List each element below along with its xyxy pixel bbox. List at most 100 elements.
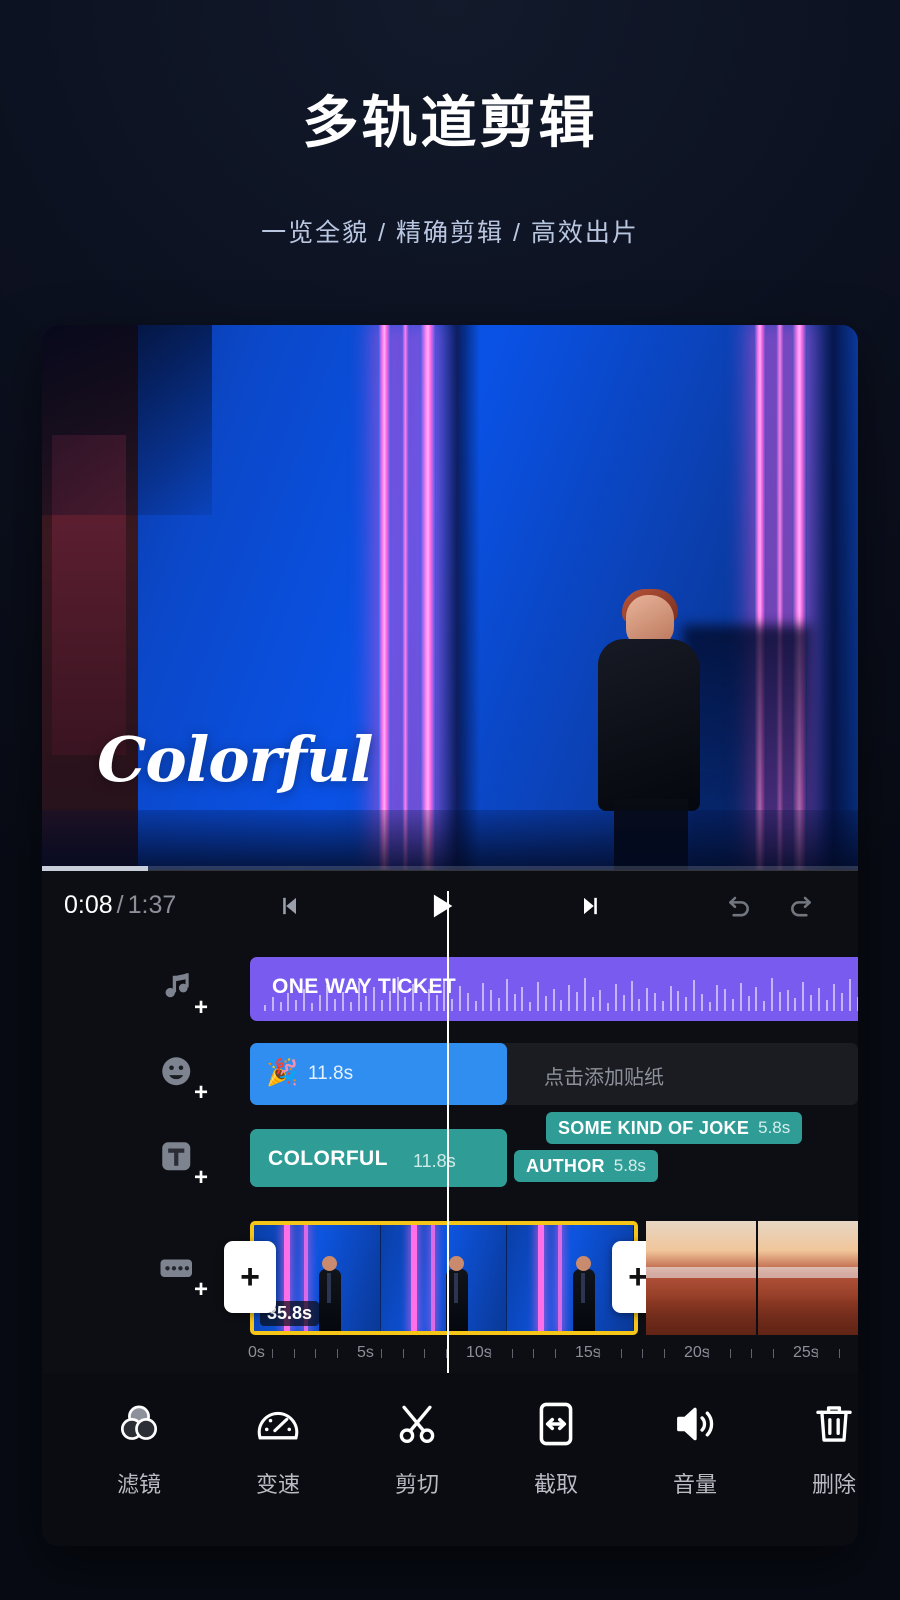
tool-volume[interactable]: 音量: [640, 1399, 750, 1499]
video-preview[interactable]: Colorful: [42, 325, 858, 870]
playhead-top: [447, 891, 449, 939]
ruler-tick: [555, 1349, 557, 1358]
time-separator: /: [116, 891, 124, 919]
text-chip-author[interactable]: AUTHOR 5.8s: [514, 1150, 658, 1182]
video-clip-selected[interactable]: 35.8s: [250, 1221, 638, 1335]
crop-icon: [531, 1399, 581, 1449]
tool-delete-label: 删除: [811, 1472, 856, 1497]
tool-cut[interactable]: 剪切: [362, 1399, 472, 1499]
text-chip-joke-label: SOME KIND OF JOKE: [558, 1117, 750, 1138]
total-time: 1:37: [127, 891, 177, 919]
text-clip-main[interactable]: COLORFUL 11.8s: [250, 1129, 507, 1187]
app-root: 多轨道剪辑 一览全貌 / 精确剪辑 / 高效出片 Colorful 0:08 /…: [0, 0, 900, 1600]
ruler-tick: [337, 1349, 339, 1358]
tool-crop-label: 截取: [533, 1472, 578, 1497]
time-readout: 0:08/1:37: [64, 891, 176, 920]
preview-column-dark-2: [808, 325, 858, 870]
ruler-tick: [729, 1349, 731, 1358]
preview-neon-3: [420, 325, 436, 870]
ruler-tick: [293, 1349, 295, 1358]
redo-button[interactable]: [780, 885, 822, 927]
add-video-button[interactable]: +: [157, 1249, 208, 1302]
tool-filter-label: 滤镜: [116, 1472, 161, 1497]
preview-column-dark-1: [434, 325, 480, 870]
ruler-tick: [707, 1349, 709, 1358]
skip-next-icon: [584, 897, 597, 915]
plus-icon: +: [193, 1079, 208, 1106]
text-chip-joke-duration: 5.8s: [758, 1118, 791, 1137]
trim-handle-left[interactable]: +: [224, 1241, 276, 1313]
ruler-tick: [271, 1349, 273, 1358]
plus-icon: +: [240, 1258, 260, 1296]
scissors-icon: [392, 1399, 442, 1449]
redo-icon: [791, 896, 811, 917]
prev-frame-button[interactable]: [268, 885, 310, 927]
party-popper-icon: 🎉: [266, 1057, 299, 1087]
undo-button[interactable]: [718, 885, 760, 927]
ruler-tick: [598, 1349, 600, 1358]
ruler-label: 10s: [466, 1344, 492, 1361]
tool-speed[interactable]: 变速: [223, 1399, 333, 1499]
editor-panel: Colorful 0:08/1:37 + ONE WAY TICKET + 点击…: [42, 325, 858, 1546]
timeline[interactable]: + ONE WAY TICKET + 点击添加贴纸 🎉 11.8s + COLO…: [42, 939, 858, 1373]
audio-clip-title: ONE WAY TICKET: [272, 975, 457, 998]
page-title: 多轨道剪辑: [302, 91, 598, 154]
audio-clip[interactable]: ONE WAY TICKET: [250, 957, 858, 1021]
ruler-tick: [402, 1349, 404, 1358]
tool-filter[interactable]: 滤镜: [84, 1399, 194, 1499]
text-chip-author-label: AUTHOR: [526, 1155, 605, 1176]
filter-icon: [114, 1399, 164, 1449]
add-audio-button[interactable]: +: [157, 967, 208, 1020]
tool-crop[interactable]: 截取: [501, 1399, 611, 1499]
add-sticker-button[interactable]: +: [157, 1052, 208, 1105]
tool-cut-label: 剪切: [394, 1472, 439, 1497]
ruler-tick: [380, 1349, 382, 1358]
ruler-label: 5s: [357, 1344, 374, 1361]
current-time: 0:08: [64, 891, 113, 919]
add-text-button[interactable]: +: [157, 1137, 208, 1190]
ruler-tick: [511, 1349, 513, 1358]
undo-icon: [729, 896, 749, 917]
volume-icon: [670, 1399, 720, 1449]
speed-icon: [253, 1399, 303, 1449]
sticker-empty-hint: 点击添加贴纸: [544, 1067, 664, 1089]
ruler-tick: [838, 1349, 840, 1358]
tool-delete[interactable]: 删除: [779, 1399, 858, 1499]
ruler-tick: [751, 1349, 753, 1358]
ruler-tick: [664, 1349, 666, 1358]
video-clip-next[interactable]: [646, 1221, 858, 1335]
trash-icon: [809, 1399, 858, 1449]
tool-volume-label: 音量: [672, 1472, 717, 1497]
plus-icon: +: [628, 1258, 648, 1296]
ruler-tick: [315, 1349, 317, 1358]
plus-icon: +: [193, 994, 208, 1021]
text-chip-joke[interactable]: SOME KIND OF JOKE 5.8s: [546, 1112, 803, 1144]
ruler-tick: [816, 1349, 818, 1358]
play-button[interactable]: [420, 885, 462, 927]
sticker-clip-duration: 11.8s: [308, 1063, 354, 1084]
plus-icon: +: [193, 1276, 208, 1303]
transport-bar: 0:08/1:37: [42, 871, 858, 939]
tool-speed-label: 变速: [255, 1472, 300, 1497]
text-clip-main-duration: 11.8s: [413, 1151, 456, 1171]
ruler-tick: [773, 1349, 775, 1358]
play-icon: [433, 894, 453, 918]
ruler-tick: [642, 1349, 644, 1358]
ruler-label: 0s: [248, 1344, 265, 1361]
ruler-tick: [489, 1349, 491, 1358]
ruler-tick: [533, 1349, 535, 1358]
ruler-tick: [620, 1349, 622, 1358]
skip-previous-icon: [283, 897, 296, 915]
preview-overlay-text: Colorful: [97, 723, 374, 796]
preview-neon-2: [402, 325, 409, 870]
sticker-clip[interactable]: 🎉 11.8s: [250, 1043, 507, 1105]
text-chip-author-duration: 5.8s: [613, 1156, 646, 1175]
preview-floor: [42, 810, 858, 870]
preview-shadow: [42, 325, 212, 515]
playhead[interactable]: [447, 939, 449, 1373]
timeline-ruler[interactable]: 0s 5s 10s 15s 20s 25s: [248, 1343, 858, 1369]
plus-icon: +: [193, 1164, 208, 1191]
text-clip-main-label: COLORFUL: [268, 1147, 388, 1170]
ruler-label: 15s: [575, 1344, 601, 1361]
next-frame-button[interactable]: [570, 885, 612, 927]
